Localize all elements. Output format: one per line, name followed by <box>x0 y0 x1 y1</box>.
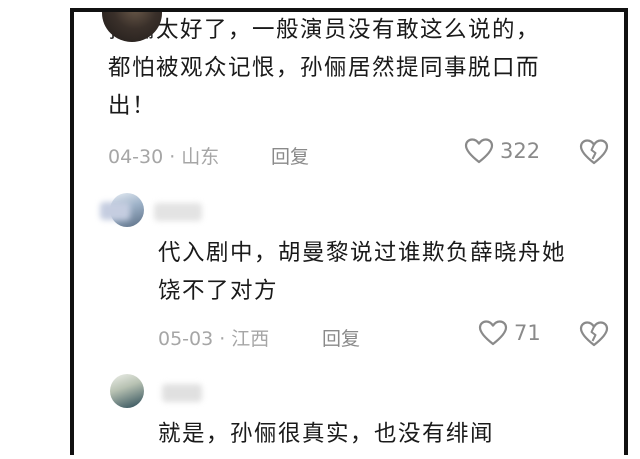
comment-2-line-2: 饶不了对方 <box>158 278 279 304</box>
heart-outline-icon <box>464 137 494 165</box>
comment-3-text: 就是，孙俪很真实，也没有绯闻 <box>158 415 624 453</box>
comment-1-date: 04-30 <box>108 146 164 168</box>
comment-2-meta: 05-03 · 江西 <box>158 324 269 351</box>
comment-1-location: 山东 <box>181 146 220 168</box>
comment-2-like-count: 71 <box>514 321 541 345</box>
comment-2-line-1: 代入剧中，胡曼黎说过谁欺负薛晓舟她 <box>158 240 567 266</box>
comment-2-location: 江西 <box>231 328 270 350</box>
comment-3-line-1: 就是，孙俪很真实，也没有绯闻 <box>158 421 495 447</box>
commenter-3-name-blurred[interactable] <box>162 384 202 402</box>
commenter-2-name-blur-left <box>100 202 130 220</box>
meta-separator: · <box>169 146 176 168</box>
comment-1-like-button[interactable]: 322 <box>464 137 540 165</box>
comment-1-like-count: 322 <box>500 139 541 163</box>
comment-2-date: 05-03 <box>158 328 214 350</box>
comment-1-line-3: 出！ <box>108 93 157 119</box>
comment-1-text: 孙俪太好了，一般演员没有敢这么说的， 都怕被观众记恨，孙俪居然提同事脱口而 出！ <box>108 12 624 125</box>
meta-separator: · <box>219 328 226 350</box>
broken-heart-icon[interactable] <box>579 138 609 166</box>
comment-1-meta: 04-30 · 山东 <box>108 142 219 169</box>
commenter-2-name-blurred[interactable] <box>154 203 202 221</box>
broken-heart-icon[interactable] <box>579 320 609 348</box>
commenter-3-avatar[interactable] <box>110 374 144 408</box>
avatar-highlight <box>142 8 160 12</box>
comment-1-reply-button[interactable]: 回复 <box>271 142 309 169</box>
heart-outline-icon <box>478 319 508 347</box>
comment-2-like-button[interactable]: 71 <box>478 319 541 347</box>
comment-panel: 孙俪太好了，一般演员没有敢这么说的， 都怕被观众记恨，孙俪居然提同事脱口而 出！… <box>70 8 628 455</box>
comment-1-line-2: 都怕被观众记恨，孙俪居然提同事脱口而 <box>108 55 541 81</box>
comment-2-text: 代入剧中，胡曼黎说过谁欺负薛晓舟她 饶不了对方 <box>158 234 624 310</box>
comment-1-line-1: 孙俪太好了，一般演员没有敢这么说的， <box>108 17 541 43</box>
comment-2-reply-button[interactable]: 回复 <box>322 324 360 351</box>
